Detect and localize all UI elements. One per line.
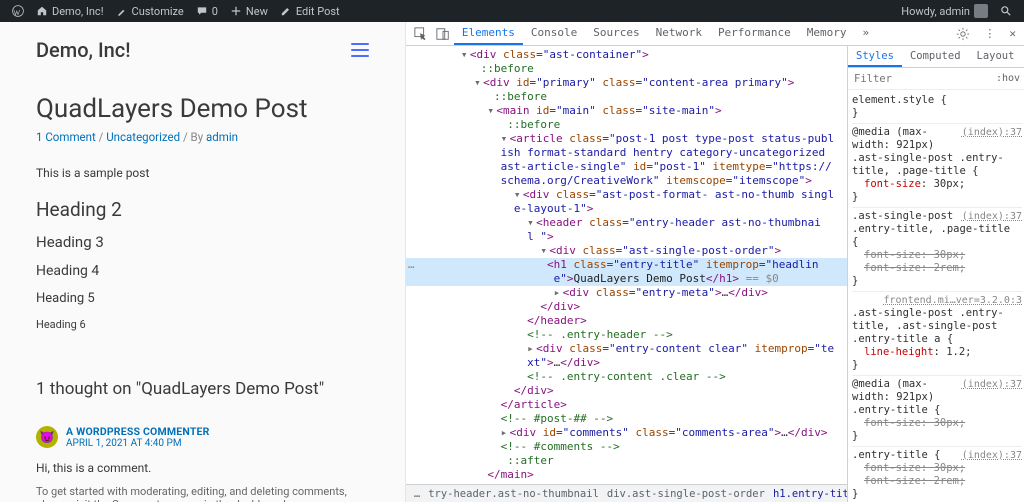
post-title: QuadLayers Demo Post: [36, 94, 369, 124]
meta-comments-link[interactable]: 1 Comment: [36, 130, 96, 144]
devtools-close-icon[interactable]: ✕: [1005, 25, 1020, 42]
adminbar-site[interactable]: Demo, Inc!: [30, 5, 110, 18]
heading-5: Heading 5: [36, 291, 369, 306]
styles-tab-computed[interactable]: Computed: [902, 47, 969, 67]
adminbar-search[interactable]: [994, 5, 1018, 17]
tab-more[interactable]: »: [855, 22, 878, 45]
tab-sources[interactable]: Sources: [585, 22, 647, 45]
home-icon: [36, 5, 48, 17]
settings-icon[interactable]: [952, 25, 974, 43]
post-excerpt: This is a sample post: [36, 166, 369, 180]
adminbar-customize[interactable]: Customize: [110, 5, 190, 18]
brush-icon: [116, 5, 128, 17]
heading-6: Heading 6: [36, 318, 369, 331]
wp-logo[interactable]: [6, 5, 30, 17]
tab-memory[interactable]: Memory: [799, 22, 855, 45]
elements-tree[interactable]: ▾<div class="ast-container"> ::before ▾<…: [406, 46, 848, 502]
comment-icon: [196, 5, 208, 17]
comment-author[interactable]: A WORDPRESS COMMENTER: [66, 425, 210, 438]
post-meta: 1 Comment / Uncategorized / By admin: [36, 130, 369, 144]
inspect-icon[interactable]: [410, 25, 432, 43]
tab-performance[interactable]: Performance: [710, 22, 799, 45]
comment-body: Hi, this is a comment.: [36, 461, 369, 475]
avatar: [974, 4, 988, 18]
tab-console[interactable]: Console: [523, 22, 585, 45]
adminbar-site-name: Demo, Inc!: [52, 5, 104, 18]
heading-4: Heading 4: [36, 263, 369, 279]
search-icon: [1000, 5, 1012, 17]
meta-author-link[interactable]: admin: [206, 130, 238, 144]
comment-item: 😈 A WORDPRESS COMMENTER APRIL 1, 2021 AT…: [36, 425, 369, 502]
page-preview: Demo, Inc! QuadLayers Demo Post 1 Commen…: [0, 22, 406, 502]
comment-avatar: 😈: [36, 426, 58, 448]
tab-elements[interactable]: Elements: [454, 22, 523, 45]
styles-tab-styles[interactable]: Styles: [848, 47, 902, 67]
breadcrumbs[interactable]: … try-header.ast-no-thumbnail div.ast-si…: [406, 484, 847, 502]
adminbar-howdy[interactable]: Howdy, admin: [895, 4, 994, 18]
wp-admin-bar: Demo, Inc! Customize 0 New Edit Post How…: [0, 0, 1024, 22]
comments-title: 1 thought on "QuadLayers Demo Post": [36, 379, 369, 399]
adminbar-comments[interactable]: 0: [190, 5, 224, 18]
style-rules[interactable]: element.style {} (index):37@media (max-w…: [848, 90, 1024, 502]
heading-3: Heading 3: [36, 233, 369, 251]
device-toggle-icon[interactable]: [432, 25, 454, 43]
site-title[interactable]: Demo, Inc!: [36, 38, 131, 62]
comment-date[interactable]: APRIL 1, 2021 AT 4:40 PM: [66, 438, 210, 449]
styles-filter-input[interactable]: [852, 71, 990, 87]
wordpress-icon: [12, 5, 24, 17]
comment-help: To get started with moderating, editing,…: [36, 485, 369, 502]
styles-panel: Styles Computed Layout » :hov .cls + ⠿ e…: [848, 46, 1024, 502]
hov-toggle[interactable]: :hov: [994, 73, 1022, 84]
mobile-menu-toggle[interactable]: [351, 43, 369, 57]
meta-category-link[interactable]: Uncategorized: [106, 130, 180, 144]
styles-tab-layout[interactable]: Layout: [969, 47, 1023, 67]
devtools-panel: Elements Console Sources Network Perform…: [406, 22, 1024, 502]
heading-2: Heading 2: [36, 198, 369, 221]
adminbar-edit-post[interactable]: Edit Post: [274, 5, 346, 18]
pencil-icon: [280, 5, 292, 17]
devtools-menu-icon[interactable]: ⋮: [980, 25, 999, 42]
selected-dom-node[interactable]: … <h1 class="entry-title" itemprop="head…: [406, 258, 847, 272]
devtools-tabs: Elements Console Sources Network Perform…: [406, 22, 1024, 46]
adminbar-new[interactable]: New: [224, 5, 274, 18]
tab-network[interactable]: Network: [648, 22, 710, 45]
plus-icon: [230, 5, 242, 17]
